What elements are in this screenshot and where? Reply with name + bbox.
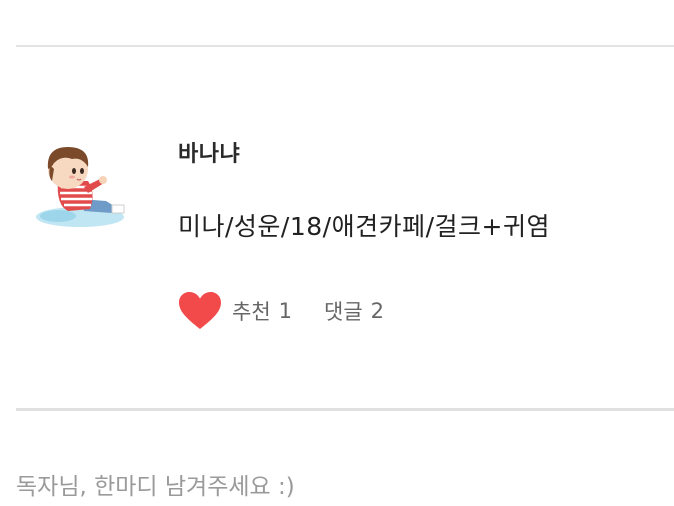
- recommend-count: 1: [278, 299, 293, 323]
- comment-count: 2: [370, 299, 385, 323]
- avatar: [36, 147, 125, 227]
- recommend-label: 추천: [232, 300, 271, 324]
- bottom-divider: [16, 408, 674, 411]
- comment-input[interactable]: [16, 468, 656, 506]
- heart-icon[interactable]: [178, 291, 222, 331]
- post-page: 바나냐 미나/성운/18/애견카페/걸크+귀염 추천 1 댓글 2: [0, 0, 674, 506]
- post-author: 바나냐: [178, 142, 241, 167]
- post-card[interactable]: 바나냐 미나/성운/18/애견카페/걸크+귀염 추천 1 댓글 2: [0, 47, 674, 408]
- post-stats: 추천 1 댓글 2: [178, 290, 384, 332]
- post-title[interactable]: 미나/성운/18/애견카페/걸크+귀염: [178, 207, 550, 243]
- comment-label: 댓글: [324, 300, 363, 324]
